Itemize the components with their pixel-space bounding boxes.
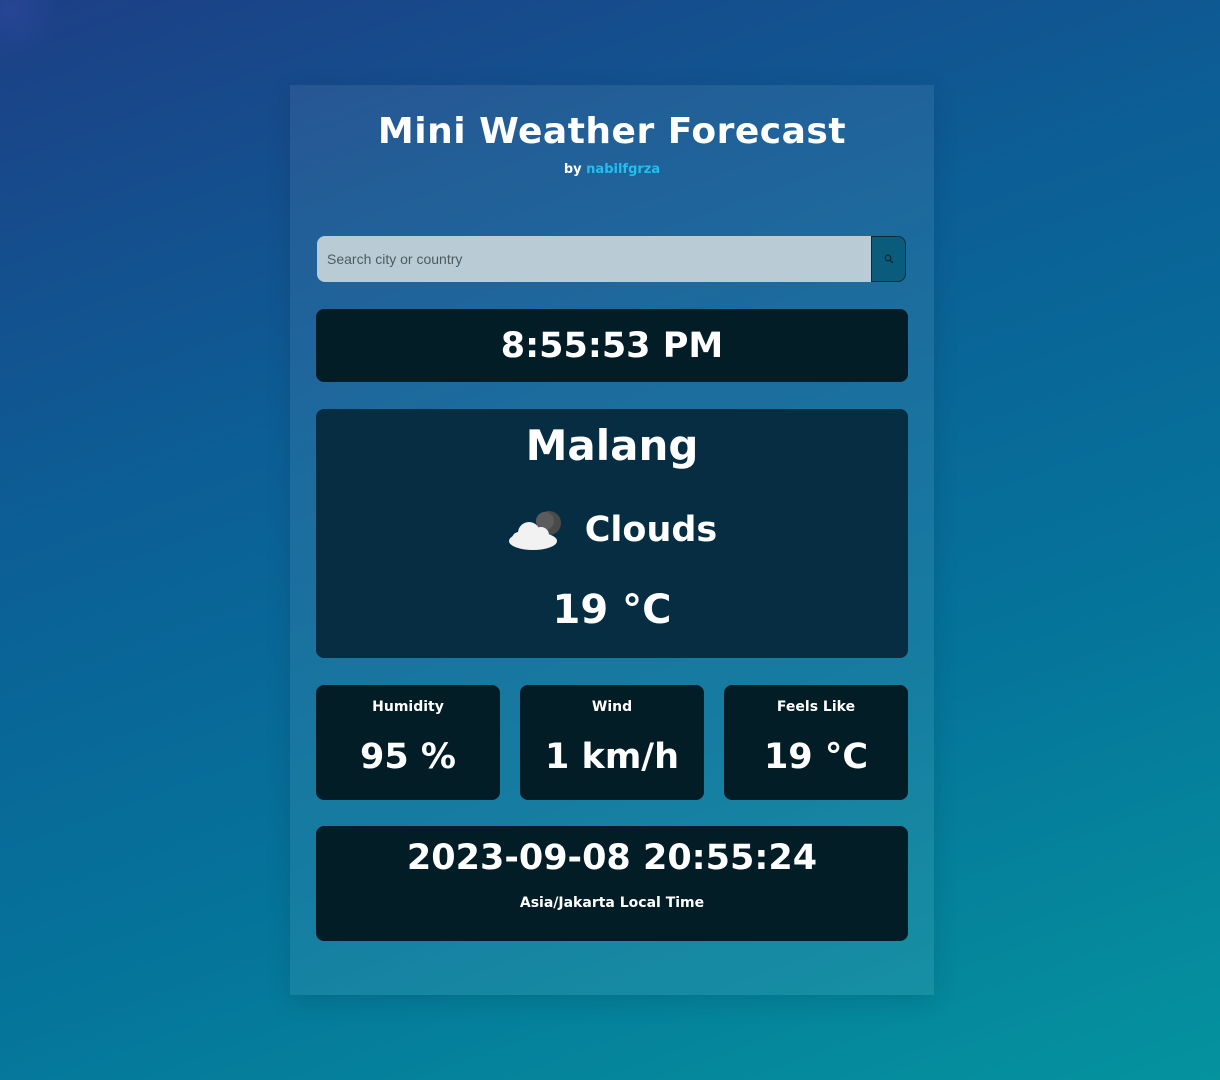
stat-label: Humidity	[372, 699, 444, 715]
search-bar	[317, 236, 906, 282]
timezone-label: Asia/Jakarta Local Time	[519, 895, 705, 911]
search-icon	[884, 254, 893, 264]
byline-prefix: by	[563, 162, 582, 177]
condition-text: Clouds	[584, 510, 718, 550]
clock-panel: 8:55:53 PM	[316, 309, 908, 382]
cloud-night-icon	[508, 511, 561, 550]
weather-main-panel: Malang Clouds 19 °C	[316, 409, 908, 658]
stat-value: 95 %	[360, 737, 456, 777]
search-button[interactable]	[871, 236, 906, 282]
author-link[interactable]: nabilfgrza	[586, 162, 660, 177]
temperature: 19 °C	[552, 587, 672, 633]
condition-row: Clouds	[316, 509, 908, 551]
local-time-panel: 2023-09-08 20:55:24 Asia/Jakarta Local T…	[316, 826, 908, 941]
city-name: Malang	[525, 421, 699, 470]
stat-label: Feels Like	[776, 699, 856, 715]
background-blob	[0, 0, 60, 60]
stat-wind: Wind 1 km/h	[520, 685, 704, 800]
local-datetime: 2023-09-08 20:55:24	[406, 838, 818, 878]
weather-card: Mini Weather Forecast by nabilfgrza 8:55…	[290, 85, 934, 995]
stat-value: 1 km/h	[545, 737, 679, 777]
search-input[interactable]	[317, 236, 871, 282]
stat-feels-like: Feels Like 19 °C	[724, 685, 908, 800]
stat-value: 19 °C	[763, 737, 869, 777]
app-title: Mini Weather Forecast	[377, 111, 847, 152]
byline: by nabilfgrza	[290, 162, 934, 177]
stat-humidity: Humidity 95 %	[316, 685, 500, 800]
current-time: 8:55:53 PM	[500, 325, 724, 366]
stat-label: Wind	[591, 699, 633, 715]
